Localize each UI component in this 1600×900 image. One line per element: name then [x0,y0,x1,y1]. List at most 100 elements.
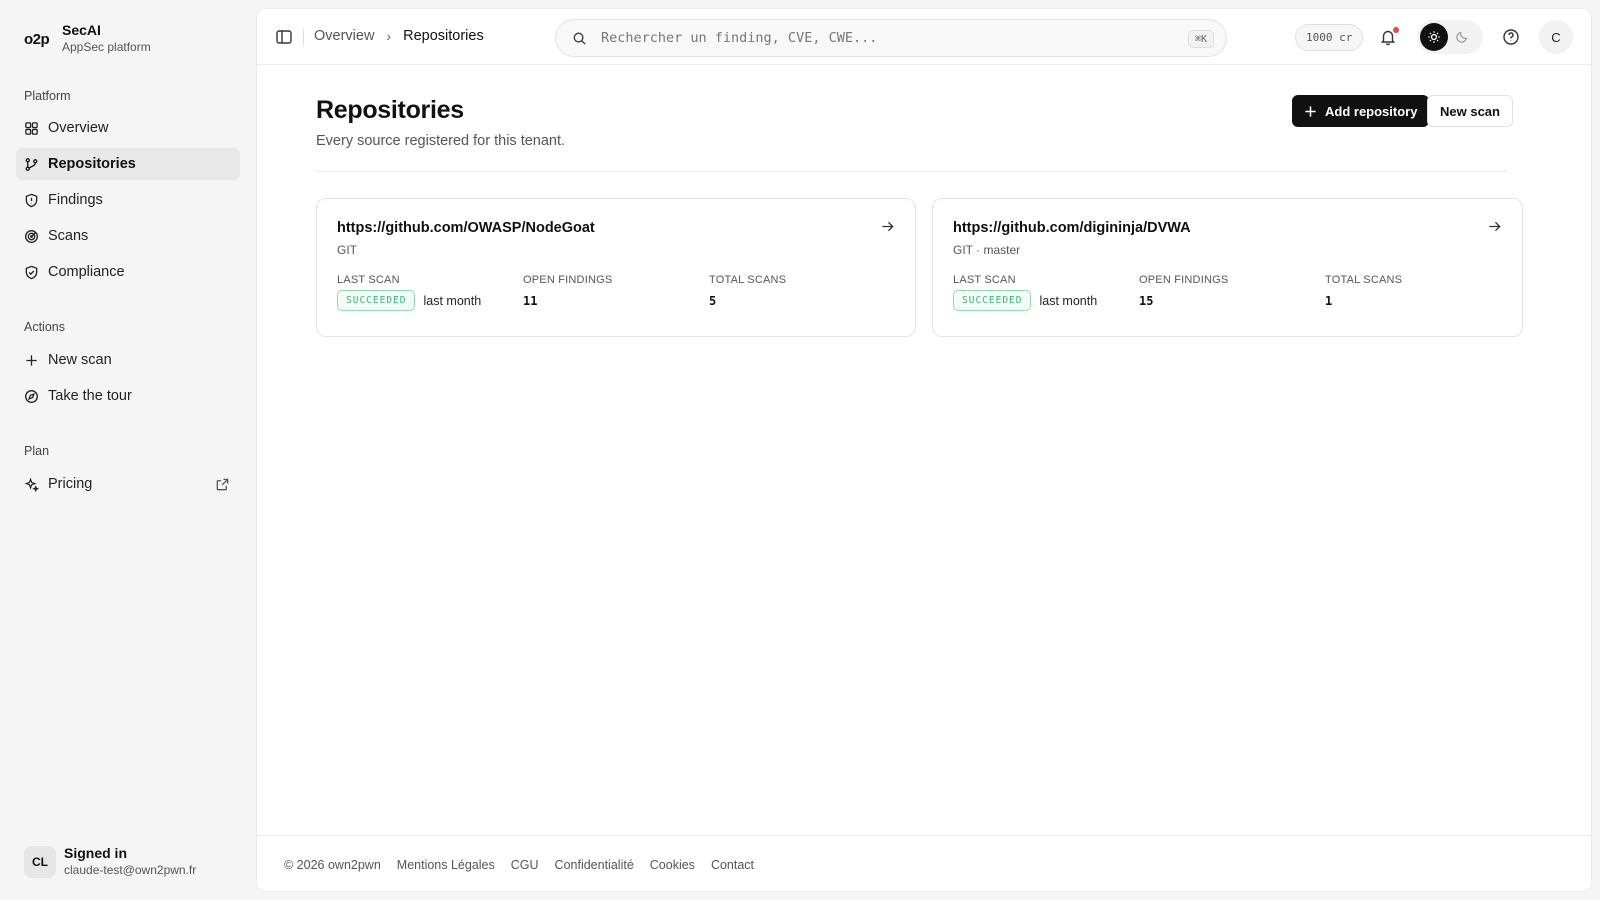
sidebar-item-take-tour[interactable]: Take the tour [16,380,240,412]
shield-alert-icon [25,193,38,207]
footer: © 2026 own2pwn Mentions Légales CGU Conf… [257,835,1591,891]
total-scans-value: 1 [1325,294,1333,308]
main-panel: Overview › Repositories ⌘K 1000 cr C Rep… [256,8,1592,892]
section-label-platform: Platform [24,89,71,103]
footer-link-confidentialite[interactable]: Confidentialité [555,858,634,872]
brand-subtitle: AppSec platform [62,40,151,54]
breadcrumb-overview[interactable]: Overview [314,28,374,44]
user-profile[interactable]: CL Signed in claude-test@own2pwn.fr [24,845,196,879]
stat-label: OPEN FINDINGS [523,274,613,286]
avatar: CL [24,846,56,878]
footer-link-contact[interactable]: Contact [711,858,754,872]
shield-check-icon [25,265,38,279]
footer-link-cgu[interactable]: CGU [511,858,539,872]
stat-label: LAST SCAN [337,274,400,286]
section-label-plan: Plan [24,444,50,458]
sidebar-item-label: Scans [48,228,89,244]
stat-label: TOTAL SCANS [709,274,787,286]
brand-name: SecAI [62,22,101,38]
sidebar-item-label: Take the tour [48,388,132,404]
sidebar-item-label: Repositories [48,156,136,172]
repository-card[interactable]: https://github.com/digininja/DVWA GIT · … [932,198,1523,337]
add-repository-button[interactable]: Add repository [1292,95,1430,127]
status-badge: SUCCEEDED [337,290,416,311]
stat-label: LAST SCAN [953,274,1016,286]
last-scan-time: last month [1039,293,1098,308]
status-badge: SUCCEEDED [953,290,1032,311]
sparkles-icon [24,477,39,492]
sidebar-item-label: Compliance [48,264,125,280]
section-label-actions: Actions [24,320,65,334]
copyright: © 2026 own2pwn [284,857,381,872]
credits-badge[interactable]: 1000 cr [1295,24,1364,51]
footer-link-mentions-legales[interactable]: Mentions Légales [397,858,495,872]
repository-card[interactable]: https://github.com/OWASP/NodeGoat GIT LA… [316,198,916,337]
search-bar[interactable]: ⌘K [555,19,1227,57]
sun-icon [1428,31,1440,43]
light-mode-button[interactable] [1420,23,1448,51]
sidebar-toggle-icon[interactable] [275,28,293,46]
add-repository-label: Add repository [1325,103,1418,119]
grid-icon [25,121,38,135]
plus-icon [26,354,37,366]
radar-icon [25,229,38,243]
divider [303,29,304,45]
last-scan-time: last month [423,293,482,308]
sidebar-item-label: Pricing [48,476,93,492]
last-scan-stat: LAST SCAN SUCCEEDED last month [953,274,1097,311]
sidebar-item-findings[interactable]: Findings [16,184,240,216]
sidebar-item-repositories[interactable]: Repositories [16,148,240,180]
open-findings-value: 11 [523,294,538,308]
last-scan-stat: LAST SCAN SUCCEEDED last month [337,274,481,311]
sidebar-item-pricing[interactable]: Pricing [16,468,240,500]
sidebar-item-label: New scan [48,352,112,368]
open-findings-value: 15 [1139,294,1154,308]
compass-icon [25,389,38,403]
total-scans-value: 5 [709,294,717,308]
search-input[interactable] [601,30,1161,46]
plus-icon [1305,105,1316,117]
search-shortcut: ⌘K [1187,30,1214,48]
stat-label: TOTAL SCANS [1325,274,1403,286]
help-icon[interactable] [1502,28,1520,46]
repository-url: https://github.com/OWASP/NodeGoat [337,220,595,236]
moon-icon [1456,31,1468,43]
theme-toggle[interactable] [1417,20,1483,54]
external-link-icon [216,478,229,491]
user-status: Signed in [64,845,127,861]
sidebar-item-label: Overview [48,120,109,136]
chevron-right-icon: › [386,28,392,44]
notification-dot [1393,27,1399,33]
footer-link-cookies[interactable]: Cookies [650,858,695,872]
breadcrumb: Overview › Repositories [314,28,484,44]
open-findings-stat: OPEN FINDINGS 11 [523,274,612,308]
sidebar: o2p SecAI AppSec platform Platform Overv… [0,0,256,900]
user-email: claude-test@own2pwn.fr [64,863,197,877]
dark-mode-button[interactable] [1448,23,1476,51]
new-scan-label: New scan [1440,103,1500,119]
sidebar-item-scans[interactable]: Scans [16,220,240,252]
arrow-right-icon[interactable] [1487,219,1502,234]
page-subtitle: Every source registered for this tenant. [316,133,566,149]
page-title: Repositories [316,96,464,124]
git-branch-icon [25,157,38,171]
repository-type: GIT · master [953,243,1021,257]
stat-label: OPEN FINDINGS [1139,274,1229,286]
repository-url: https://github.com/digininja/DVWA [953,220,1191,236]
new-scan-button[interactable]: New scan [1427,95,1513,127]
breadcrumb-repositories: Repositories [403,28,484,44]
open-findings-stat: OPEN FINDINGS 15 [1139,274,1228,308]
brand[interactable]: o2p SecAI AppSec platform [24,22,151,56]
repository-type: GIT [337,243,357,257]
sidebar-item-compliance[interactable]: Compliance [16,256,240,288]
arrow-right-icon[interactable] [880,219,895,234]
sidebar-item-new-scan[interactable]: New scan [16,344,240,376]
sidebar-item-overview[interactable]: Overview [16,112,240,144]
search-icon [573,32,586,45]
total-scans-stat: TOTAL SCANS 1 [1325,274,1402,308]
total-scans-stat: TOTAL SCANS 5 [709,274,786,308]
topbar: Overview › Repositories ⌘K 1000 cr C [257,9,1591,65]
account-avatar[interactable]: C [1539,20,1573,54]
brand-logo: o2p [24,30,50,48]
divider [316,171,1507,172]
